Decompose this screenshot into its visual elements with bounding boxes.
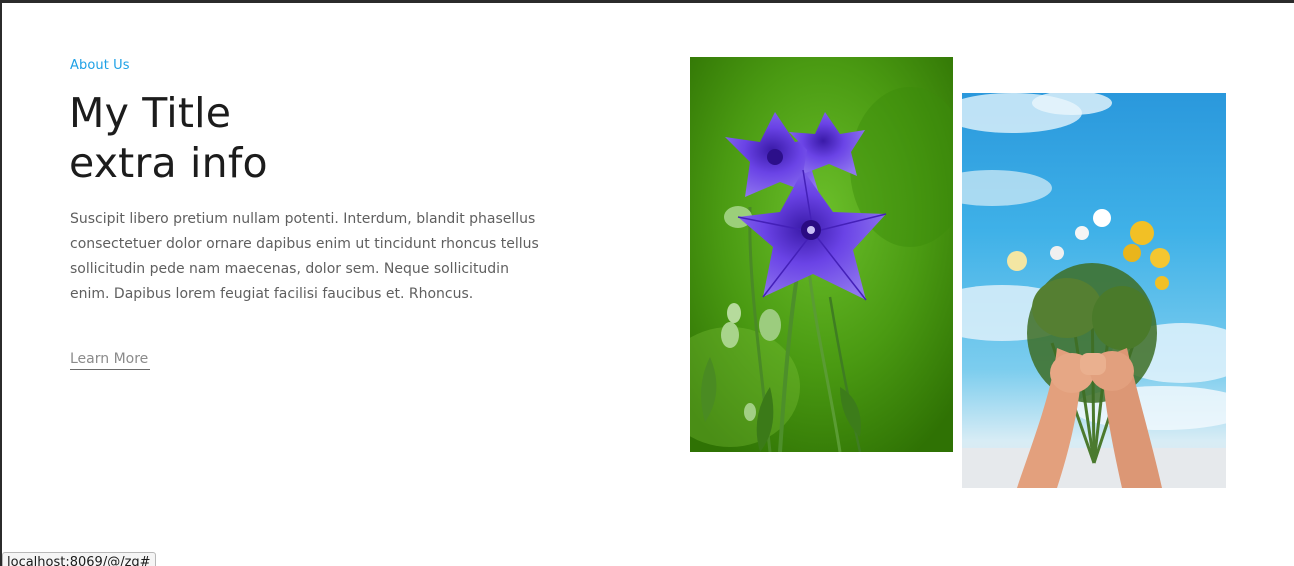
section-eyebrow: About Us [70,58,130,73]
section-body: Suscipit libero pretium nullam potenti. … [70,211,539,302]
flower-photo [690,57,953,452]
page: About Us My Title extra info Suscipit li… [0,0,1294,566]
section-title: My Title extra info [69,88,268,188]
window-left-border [0,0,2,566]
learn-more-link[interactable]: Learn More [70,351,150,370]
flower-photo-illustration [690,57,953,452]
bouquet-photo-illustration [962,93,1226,488]
title-line-1: My Title [69,89,232,137]
status-bar-url: localhost:8069/@/zg# [2,552,156,566]
title-line-2: extra info [69,139,268,187]
bouquet-photo [962,93,1226,488]
window-top-border [0,0,1294,3]
